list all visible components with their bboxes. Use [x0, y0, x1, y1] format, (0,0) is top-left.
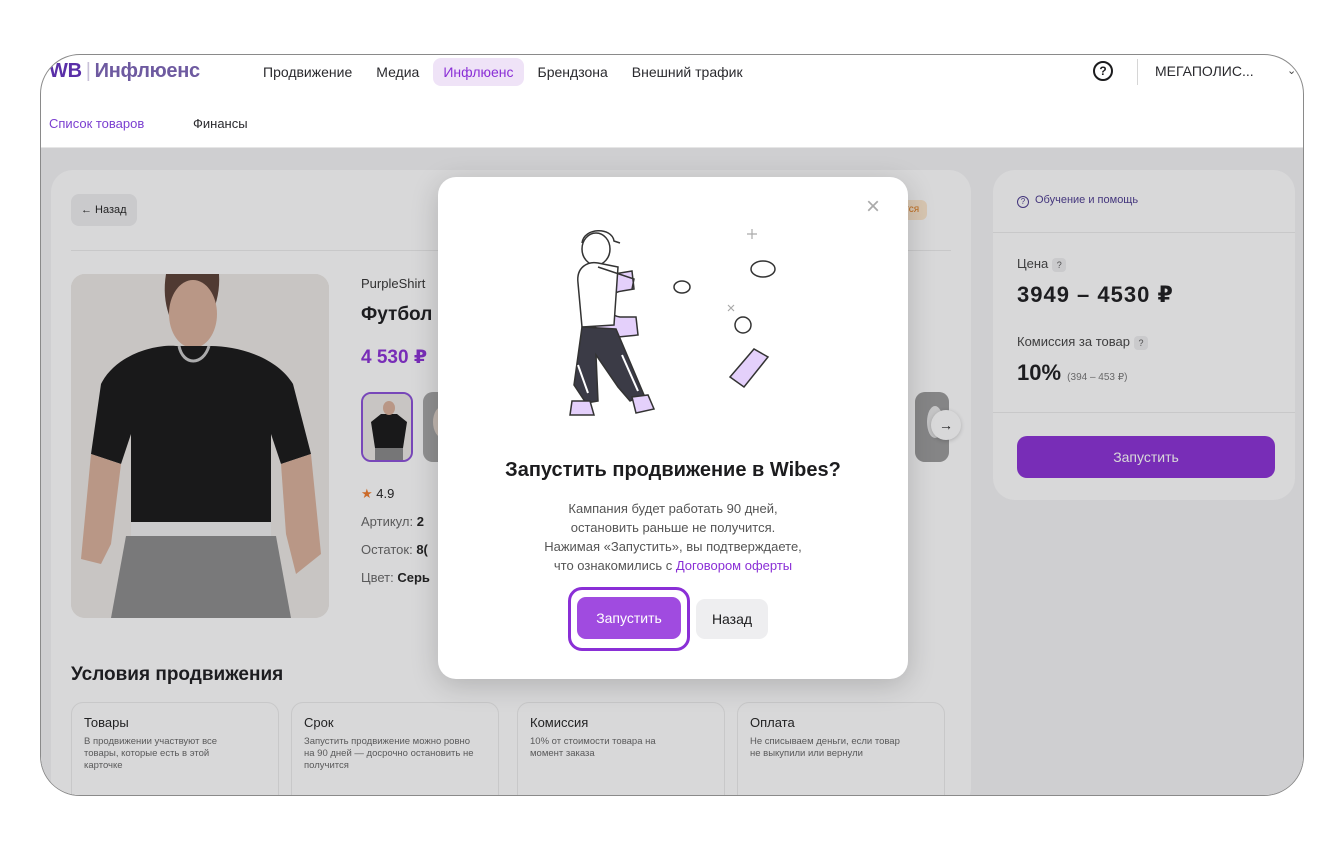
chevron-down-icon[interactable]: ⌄ — [1287, 64, 1296, 77]
question-circle-icon[interactable]: ? — [1093, 61, 1113, 81]
account-selector[interactable]: МЕГАПОЛИС... — [1155, 63, 1254, 79]
nav-item-promotion[interactable]: Продвижение — [253, 58, 362, 86]
dialog-back-button[interactable]: Назад — [696, 599, 768, 639]
close-icon[interactable]: × — [866, 195, 880, 219]
logo[interactable]: WB | Инфлюенс — [49, 60, 200, 83]
tab-finance[interactable]: Финансы — [193, 116, 248, 131]
nav-item-media[interactable]: Медиа — [366, 58, 429, 86]
divider — [1137, 59, 1138, 85]
app-window: WB | Инфлюенс Продвижение Медиа Инфлюенс Б… — [40, 54, 1304, 796]
dialog-text: Кампания будет работать 90 дней, останов… — [544, 501, 802, 573]
person-with-magnet-illustration — [569, 229, 776, 416]
dialog-title: Запустить продвижение в Wibes? — [505, 459, 841, 481]
launch-confirm-dialog: × Запустить продвижение в Wibes? Кампани… — [438, 177, 908, 679]
main-nav: Продвижение Медиа Инфлюенс Брендзона Вне… — [253, 55, 757, 89]
tab-product-list[interactable]: Список товаров — [49, 116, 144, 131]
top-navbar: WB | Инфлюенс Продвижение Медиа Инфлюенс Б… — [41, 55, 1303, 91]
nav-item-external-traffic[interactable]: Внешний трафик — [622, 58, 753, 86]
sub-navbar: Список товаров Финансы — [41, 91, 1303, 147]
offer-agreement-link[interactable]: Договором оферты — [676, 558, 792, 573]
nav-item-influence[interactable]: Инфлюенс — [433, 58, 524, 86]
nav-item-brandzone[interactable]: Брендзона — [528, 58, 618, 86]
confirm-launch-button[interactable]: Запустить — [577, 597, 681, 639]
